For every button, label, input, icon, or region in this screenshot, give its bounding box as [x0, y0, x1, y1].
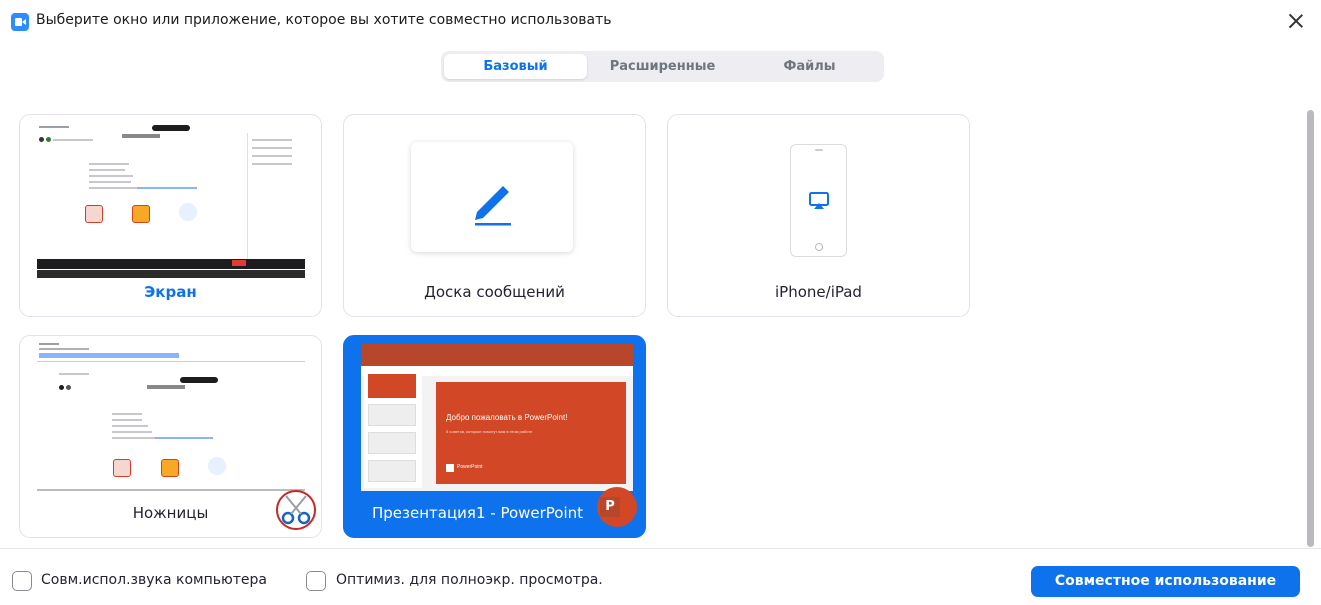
airplay-icon: [809, 192, 829, 209]
ribbon: [361, 344, 633, 366]
tab-basic[interactable]: Базовый: [444, 54, 587, 79]
share-mode-tabs: Базовый Расширенные Файлы: [441, 51, 884, 82]
footer-divider: [0, 548, 1321, 549]
slide-panel: [364, 370, 422, 488]
slide-preview: Добро пожаловать в PowerPoint! 5 советов…: [436, 382, 626, 484]
pen-icon: [475, 186, 511, 226]
share-card-iphone-ipad[interactable]: iPhone/iPad: [667, 114, 970, 317]
share-card-powerpoint[interactable]: Добро пожаловать в PowerPoint! 5 советов…: [343, 335, 646, 538]
scrollbar-thumb[interactable]: [1307, 110, 1314, 547]
snipping-window-thumbnail: [37, 341, 305, 491]
window-title: Выберите окно или приложение, которое вы…: [36, 12, 612, 28]
share-card-screen[interactable]: Экран: [19, 114, 322, 317]
share-card-snipping-tool[interactable]: Ножницы: [19, 335, 322, 538]
close-icon[interactable]: [1284, 9, 1308, 33]
whiteboard-preview: [411, 142, 573, 252]
tab-files[interactable]: Файлы: [738, 54, 881, 79]
title-bar: Выберите окно или приложение, которое вы…: [0, 0, 1321, 42]
slide-subtitle: 5 советов, которые помогут вам в этом ра…: [446, 429, 533, 434]
card-label: Экран: [144, 283, 197, 301]
powerpoint-icon: P: [597, 487, 637, 527]
share-button[interactable]: Совместное использование: [1031, 566, 1300, 597]
card-label: iPhone/iPad: [775, 283, 862, 301]
tab-advanced[interactable]: Расширенные: [591, 54, 734, 79]
desktop-screen-thumbnail: [37, 123, 305, 278]
scrollbar[interactable]: [1305, 95, 1315, 547]
powerpoint-window-thumbnail: Добро пожаловать в PowerPoint! 5 советов…: [361, 344, 633, 491]
card-label: Доска сообщений: [424, 283, 565, 301]
phone-preview: [790, 144, 847, 257]
optimize-fullscreen-label: Оптимиз. для полноэкр. просмотра.: [336, 572, 603, 588]
slide-title: Добро пожаловать в PowerPoint!: [446, 413, 568, 422]
zoom-app-icon: [11, 13, 29, 31]
share-computer-audio-checkbox[interactable]: [12, 571, 32, 591]
share-computer-audio-label: Совм.испол.звука компьютера: [41, 572, 267, 588]
slide-brand: PowerPoint: [457, 464, 483, 470]
share-card-whiteboard[interactable]: Доска сообщений: [343, 114, 646, 317]
snipping-tool-icon: [276, 490, 316, 530]
optimize-fullscreen-checkbox[interactable]: [306, 571, 326, 591]
